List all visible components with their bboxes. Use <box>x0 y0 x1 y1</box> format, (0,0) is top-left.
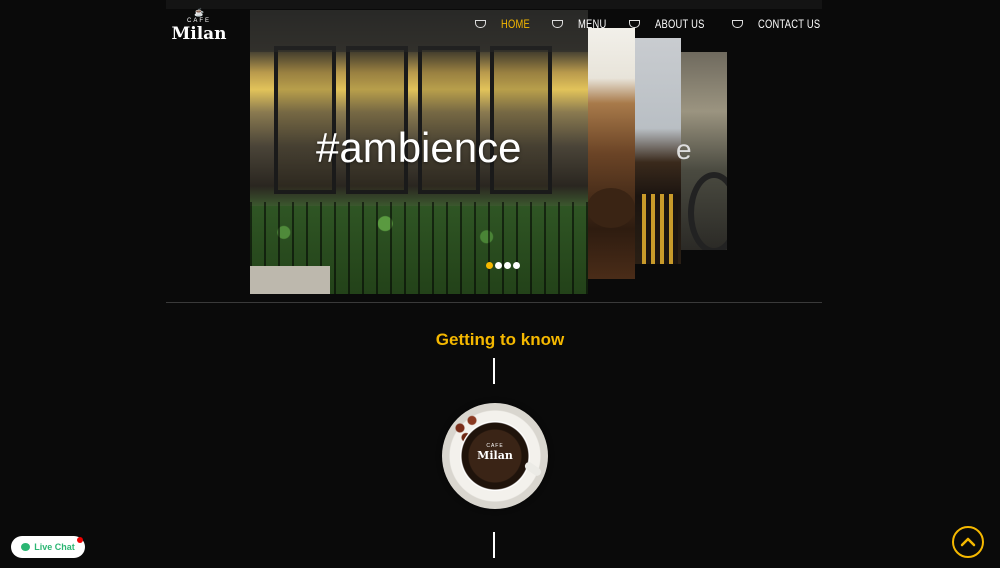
slide-caption: #ambience <box>316 124 522 171</box>
nav-label-about: ABOUT US <box>654 17 705 31</box>
slider-dot-1[interactable] <box>486 262 493 269</box>
coffee-cup-icon <box>732 20 744 28</box>
coffee-cup-icon <box>474 20 487 28</box>
slider-pagination <box>486 262 520 269</box>
main-nav: HOME MENU ABOUT US CONTACT US <box>461 17 838 31</box>
notification-dot <box>77 537 83 543</box>
section-divider <box>166 302 822 303</box>
nav-item-home[interactable]: HOME <box>474 17 538 31</box>
nav-label-home: HOME <box>500 17 530 31</box>
slide-caption-ghost: e <box>676 134 692 165</box>
live-chat-label: Live Chat <box>34 542 75 552</box>
nav-item-contact[interactable]: CONTACT US <box>732 17 838 31</box>
slide-preview-3 <box>634 38 681 264</box>
nav-label-menu: MENU <box>578 17 607 31</box>
slider-dot-3[interactable] <box>504 262 511 269</box>
live-chat-button[interactable]: Live Chat <box>11 536 85 558</box>
logo-cup-icon: ☕ <box>194 8 204 17</box>
coffee-cup-logo: CAFE Milan <box>442 403 548 509</box>
coffee-cup-icon <box>628 20 641 28</box>
slide-preview-2 <box>587 28 635 279</box>
nav-item-about[interactable]: ABOUT US <box>628 17 719 31</box>
slider-dot-2[interactable] <box>495 262 502 269</box>
nav-item-menu[interactable]: MENU <box>552 17 615 31</box>
logo-name: Milan <box>171 24 227 44</box>
top-bar <box>166 0 822 9</box>
vertical-line-top <box>493 358 495 384</box>
slider-dot-4[interactable] <box>513 262 520 269</box>
chevron-up-icon <box>960 537 976 547</box>
section-title: Getting to know <box>435 330 565 349</box>
site-logo[interactable]: ☕ CAFE Milan <box>170 8 228 44</box>
back-to-top-button[interactable] <box>952 526 984 558</box>
vertical-line-bottom <box>493 532 495 558</box>
cup-logo-name: Milan <box>477 449 513 462</box>
nav-label-contact: CONTACT US <box>758 17 821 31</box>
chat-bubble-icon <box>21 543 31 551</box>
coffee-cup-icon <box>552 20 564 28</box>
